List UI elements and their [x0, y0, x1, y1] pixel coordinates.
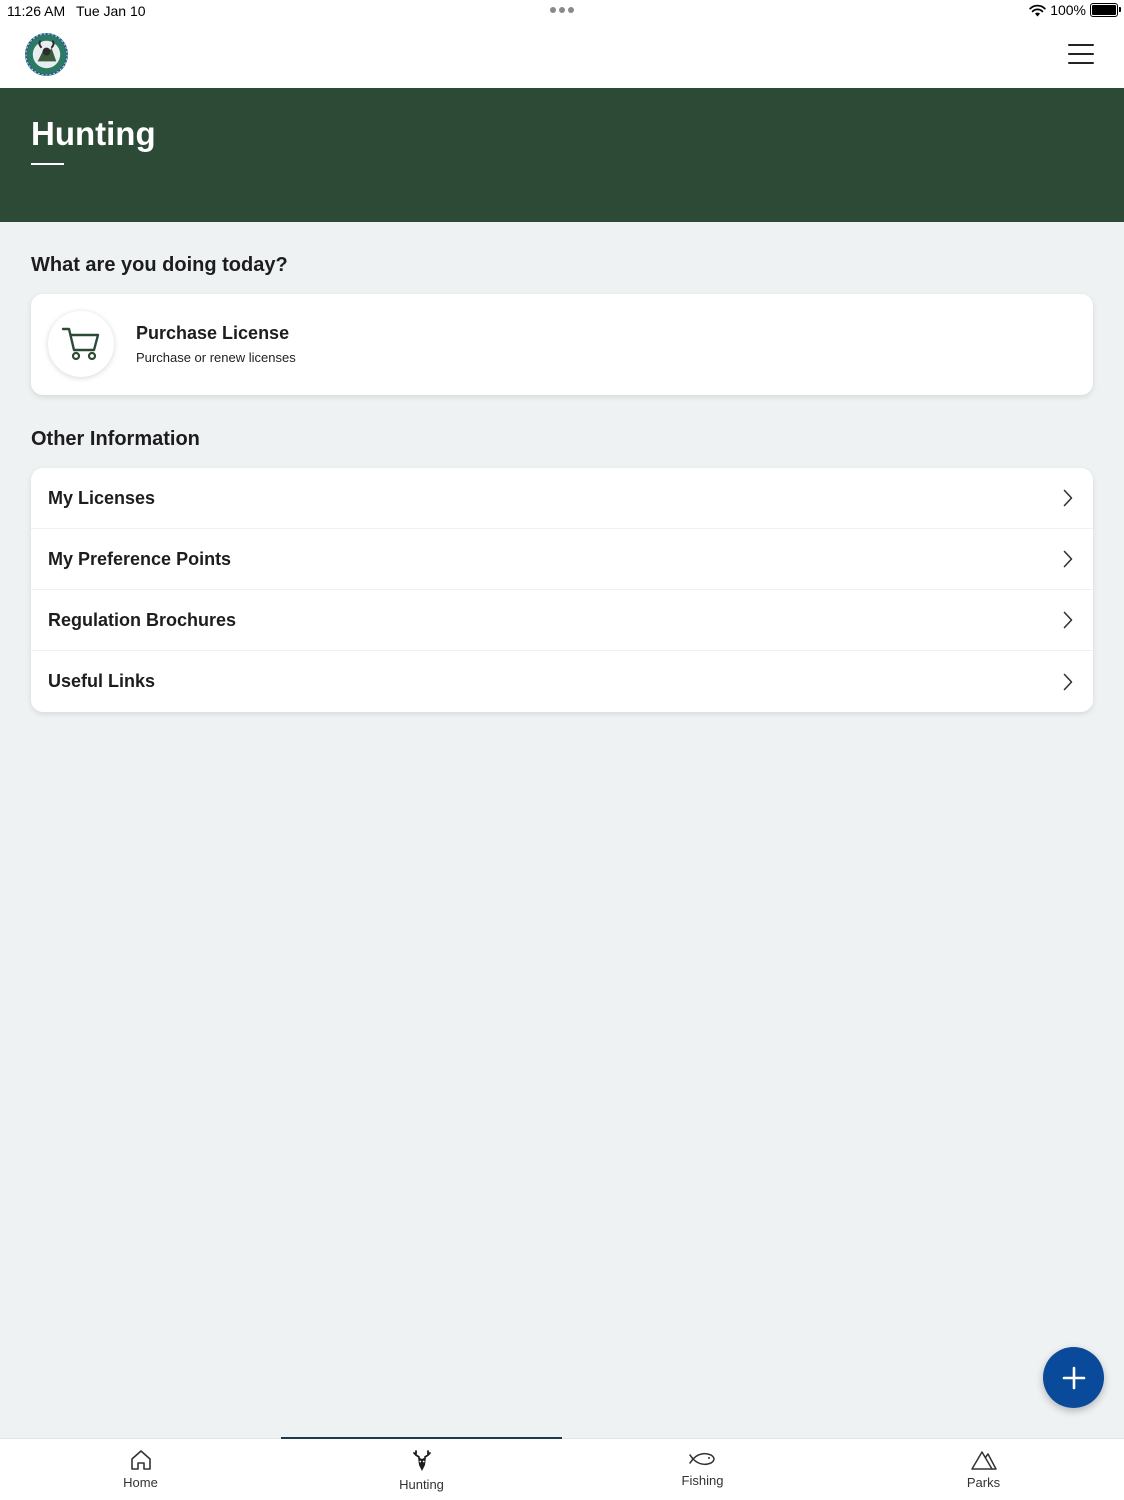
status-time: 11:26 AM — [7, 3, 66, 19]
nav-label-parks: Parks — [966, 1475, 1001, 1490]
battery-icon — [1090, 3, 1121, 17]
section-title-today: What are you doing today? — [31, 254, 288, 276]
status-bar: 11:26 AM Tue Jan 10 100% — [0, 0, 1124, 22]
section-title-other: Other Information — [31, 428, 200, 450]
colorado-parks-wildlife-logo-icon[interactable] — [24, 32, 69, 77]
page-hero: Hunting — [0, 88, 1124, 222]
list-item-my-preference-points[interactable]: My Preference Points — [31, 529, 1093, 590]
bottom-navigation: Home Hunting Fishing Parks — [0, 1437, 1124, 1500]
app-header — [0, 22, 1124, 88]
cart-icon-container — [48, 311, 114, 377]
nav-label-fishing: Fishing — [681, 1473, 724, 1488]
status-right: 100% — [1029, 2, 1121, 18]
nav-label-home: Home — [123, 1475, 158, 1490]
nav-label-hunting: Hunting — [399, 1477, 444, 1492]
nav-item-hunting[interactable]: Hunting — [281, 1437, 562, 1500]
fish-icon — [688, 1452, 715, 1466]
list-item-label: Useful Links — [48, 671, 156, 691]
list-item-regulation-brochures[interactable]: Regulation Brochures — [31, 590, 1093, 651]
chevron-right-icon — [1063, 611, 1073, 629]
battery-percentage: 100% — [1050, 2, 1086, 18]
nav-item-parks[interactable]: Parks — [843, 1439, 1124, 1500]
deer-icon — [412, 1450, 431, 1471]
add-fab-button[interactable] — [1043, 1347, 1104, 1408]
other-information-list: My Licenses My Preference Points Regulat… — [31, 468, 1093, 712]
list-item-label: My Preference Points — [48, 548, 232, 569]
purchase-license-card[interactable]: Purchase License Purchase or renew licen… — [31, 294, 1093, 395]
list-item-useful-links[interactable]: Useful Links — [31, 651, 1093, 712]
purchase-license-title: Purchase License — [136, 323, 290, 343]
shopping-cart-icon — [61, 327, 100, 361]
list-item-my-licenses[interactable]: My Licenses — [31, 468, 1093, 529]
nav-item-fishing[interactable]: Fishing — [562, 1439, 843, 1500]
mountain-icon — [970, 1451, 997, 1470]
home-icon — [130, 1450, 151, 1470]
chevron-right-icon — [1063, 673, 1073, 690]
list-item-label: My Licenses — [48, 487, 156, 508]
wifi-icon — [1029, 4, 1046, 16]
title-underline — [31, 163, 64, 165]
plus-icon — [1062, 1366, 1085, 1389]
multitasking-dots-icon[interactable] — [550, 7, 574, 13]
purchase-license-subtitle: Purchase or renew licenses — [136, 350, 296, 365]
list-item-label: Regulation Brochures — [48, 609, 237, 630]
hamburger-menu-icon[interactable] — [1068, 44, 1094, 64]
page-title: Hunting — [31, 115, 156, 152]
nav-item-home[interactable]: Home — [0, 1439, 281, 1500]
chevron-right-icon — [1063, 489, 1073, 507]
chevron-right-icon — [1063, 550, 1073, 568]
status-date: Tue Jan 10 — [76, 3, 146, 19]
